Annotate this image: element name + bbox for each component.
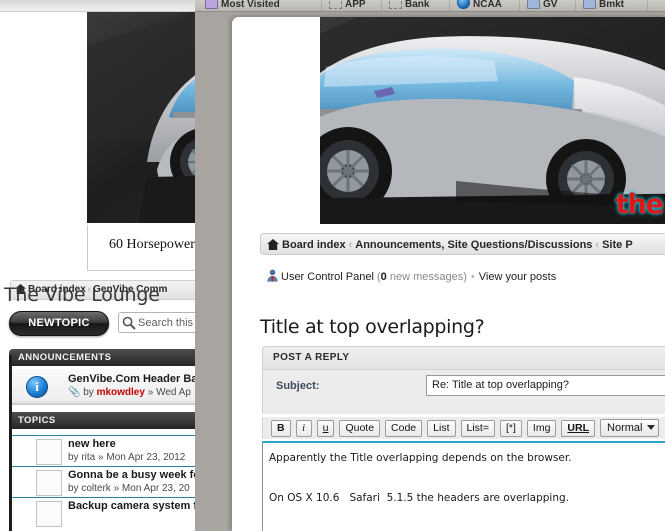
- left-gutter: [9, 355, 12, 531]
- foreground-breadcrumb-item-1[interactable]: Announcements, Site Questions/Discussion…: [355, 239, 592, 251]
- bookmark-page-icon: [583, 0, 596, 9]
- topic-by-label: by: [68, 483, 79, 494]
- message-textarea[interactable]: Apparently the Title overlapping depends…: [262, 441, 665, 531]
- bookmark-label: GV: [543, 0, 557, 10]
- divider: [321, 0, 322, 11]
- chevron-down-icon: [647, 425, 655, 430]
- divider: [449, 0, 450, 11]
- bookmark-app[interactable]: APP: [329, 0, 366, 12]
- topic-title[interactable]: Backup camera system fo: [68, 500, 204, 512]
- list-item-button[interactable]: [*]: [500, 420, 522, 437]
- globe-icon: [457, 0, 470, 9]
- background-banner-caption-text: 60 Horsepower: [109, 237, 195, 253]
- topic-title[interactable]: Gonna be a busy week fo: [68, 469, 200, 481]
- foreground-breadcrumb-item-0[interactable]: Board index: [282, 239, 346, 251]
- new-topic-button[interactable]: NEWTOPIC: [9, 311, 109, 336]
- new-messages-label: new messages: [390, 271, 463, 283]
- divider: [381, 0, 382, 11]
- bold-button[interactable]: B: [271, 420, 291, 437]
- screen: 60 Horsepower Board index‹GenVibe Comm T…: [0, 0, 665, 531]
- image-button[interactable]: Img: [527, 420, 557, 437]
- announcement-author[interactable]: mkowdley: [97, 387, 145, 398]
- font-size-select-value: Normal: [607, 422, 642, 434]
- bookmark-page-icon: [527, 0, 540, 9]
- topic-icon: [36, 470, 62, 496]
- bookmark-ncaa[interactable]: NCAA: [457, 0, 502, 12]
- announcement-by-label: by: [83, 387, 94, 398]
- foreground-breadcrumb[interactable]: Board index‹Announcements, Site Question…: [260, 233, 665, 255]
- announcement-separator: »: [148, 387, 154, 398]
- search-icon: [122, 316, 136, 330]
- topic-author[interactable]: colterk: [81, 483, 110, 494]
- home-icon: [267, 239, 279, 250]
- foreground-breadcrumb-item-2[interactable]: Site P: [602, 239, 633, 251]
- topic-meta: by rita » Mon Apr 23, 2012: [68, 452, 185, 463]
- post-reply-panel-header: POST A REPLY: [262, 346, 665, 370]
- topic-title[interactable]: new here: [68, 438, 116, 450]
- topic-icon: [36, 439, 62, 465]
- breadcrumb-separator-icon: ‹: [346, 239, 356, 251]
- background-page-title: The Vibe Lounge: [4, 284, 160, 306]
- view-your-posts-link[interactable]: View your posts: [479, 271, 556, 283]
- quote-button[interactable]: Quote: [339, 420, 380, 437]
- dotted-placeholder-icon: [389, 0, 402, 9]
- page-title: Title at top overlapping?: [260, 316, 484, 338]
- bookmark-label: Most Visited: [221, 0, 280, 10]
- bookmark-label: NCAA: [473, 0, 502, 10]
- foreground-forum-banner: the: [320, 17, 665, 224]
- bookmark-label: APP: [345, 0, 366, 10]
- topic-separator: »: [114, 483, 120, 494]
- user-control-panel-link[interactable]: User Control Panel: [281, 271, 374, 283]
- bookmark-label: Bmkt: [599, 0, 624, 10]
- breadcrumb-separator-icon: ‹: [592, 239, 602, 251]
- subject-input[interactable]: Re: Title at top overlapping?: [426, 375, 665, 396]
- topic-date: Mon Apr 23, 2012: [106, 452, 185, 463]
- dotted-placeholder-icon: [329, 0, 342, 9]
- divider: [519, 0, 520, 11]
- new-messages-badge: (0 new messages): [377, 271, 467, 283]
- topic-icon: [36, 501, 62, 527]
- topic-by-label: by: [68, 452, 79, 463]
- banner-left-margin: [232, 17, 320, 224]
- divider: [647, 0, 648, 11]
- topic-date: Mon Apr 23, 20: [122, 483, 190, 494]
- bookmark-gv[interactable]: GV: [527, 0, 557, 12]
- paperclip-icon: 📎: [68, 387, 80, 398]
- new-messages-count: 0: [381, 271, 387, 283]
- info-icon: i: [26, 376, 48, 398]
- background-search-placeholder: Search this: [138, 317, 193, 329]
- underline-button[interactable]: u: [317, 420, 335, 437]
- bookmark-bmkt[interactable]: Bmkt: [583, 0, 624, 12]
- user-icon: [266, 269, 279, 282]
- bookmark-label: Bank: [405, 0, 429, 10]
- url-button[interactable]: URL: [561, 420, 595, 437]
- topic-author[interactable]: rita: [81, 452, 95, 463]
- foreground-browser-window[interactable]: the Board index‹Announcements, Site Ques…: [232, 17, 665, 531]
- italic-button[interactable]: i: [296, 420, 312, 437]
- ordered-list-button[interactable]: List=: [461, 420, 495, 437]
- topic-meta: by colterk » Mon Apr 23, 20: [68, 483, 190, 494]
- code-button[interactable]: Code: [385, 420, 422, 437]
- announcement-title[interactable]: GenVibe.Com Header Bar: [68, 373, 202, 385]
- banner-brand-word: the: [616, 189, 663, 220]
- announcement-date: Wed Ap: [156, 387, 191, 398]
- list-button[interactable]: List: [427, 420, 455, 437]
- bookmarks-bar[interactable]: Most Visited APP Bank NCAA GV Bmkt: [195, 0, 665, 12]
- bookmark-folder-icon: [205, 0, 218, 9]
- foreground-page-content: the Board index‹Announcements, Site Ques…: [232, 17, 665, 531]
- bbcode-toolbar[interactable]: B i u Quote Code List List= [*] Img URL …: [262, 417, 665, 439]
- car-photo-foreground: [320, 17, 665, 224]
- announcement-meta: 📎 by mkowdley » Wed Ap: [68, 387, 191, 398]
- bookmark-most-visited[interactable]: Most Visited: [205, 0, 280, 12]
- separator-dot-icon: •: [467, 271, 479, 283]
- divider: [575, 0, 576, 11]
- user-links-row[interactable]: User Control Panel (0 new messages)•View…: [260, 267, 665, 287]
- subject-label: Subject:: [276, 380, 319, 392]
- topic-separator: »: [98, 452, 104, 463]
- subject-form-row: Subject: Re: Title at top overlapping?: [262, 370, 665, 414]
- font-size-select[interactable]: Normal: [600, 419, 659, 437]
- bookmark-bank[interactable]: Bank: [389, 0, 429, 12]
